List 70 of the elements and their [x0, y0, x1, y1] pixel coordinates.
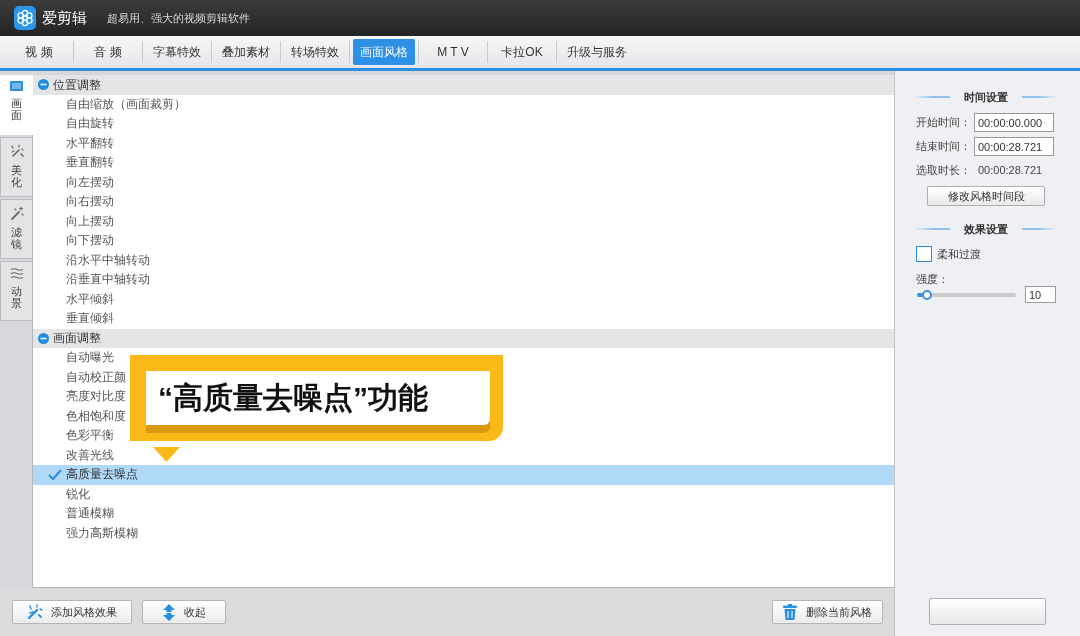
- effect-item[interactable]: 向上摆动: [66, 212, 114, 230]
- group-header[interactable]: 位置调整: [33, 75, 894, 95]
- tab[interactable]: 卡拉OK: [491, 39, 553, 65]
- effect-item[interactable]: 自动曝光: [66, 349, 114, 367]
- field-label: 开始时间：: [916, 115, 972, 131]
- side-tab[interactable]: 滤镜: [0, 199, 32, 259]
- duration-value: 00:00:28.721: [978, 162, 1043, 178]
- effect-item[interactable]: 亮度对比度: [66, 388, 126, 406]
- magic-wand-icon: [27, 604, 43, 620]
- trash-icon: [783, 604, 797, 620]
- tab[interactable]: M T V: [422, 39, 484, 65]
- effect-item[interactable]: 沿垂直中轴转动: [66, 271, 150, 289]
- callout-pointer-icon: [153, 447, 180, 462]
- side-tab[interactable]: 画面: [0, 75, 33, 135]
- strength-label: 强度：: [916, 271, 949, 287]
- tab[interactable]: 视 频: [8, 39, 70, 65]
- edit-time-button[interactable]: 修改风格时间段: [927, 186, 1045, 206]
- effect-item[interactable]: 水平翻转: [66, 134, 114, 152]
- effect-item[interactable]: 自由旋转: [66, 115, 114, 133]
- tab[interactable]: 升级与服务: [560, 39, 634, 65]
- panel-button[interactable]: [929, 598, 1046, 625]
- effect-item[interactable]: 水平倾斜: [66, 290, 114, 308]
- effect-item[interactable]: 自动校正颜: [66, 368, 126, 386]
- magic-wand-icon: [9, 144, 24, 158]
- side-tab[interactable]: 动景: [0, 261, 32, 321]
- group-header[interactable]: 画面调整: [33, 328, 894, 348]
- tab[interactable]: 叠加素材: [215, 39, 277, 65]
- minus-circle-icon[interactable]: [38, 79, 49, 91]
- effect-item[interactable]: 色彩平衡: [66, 427, 114, 445]
- slider-track[interactable]: [917, 292, 1016, 297]
- checkbox-label: 柔和过渡: [937, 246, 981, 262]
- effect-item[interactable]: 色相饱和度: [66, 407, 126, 425]
- effect-item[interactable]: 垂直倾斜: [66, 310, 114, 328]
- effect-item[interactable]: 垂直翻转: [66, 154, 114, 172]
- field-label: 结束时间：: [916, 139, 972, 155]
- effect-item[interactable]: 普通模糊: [66, 505, 114, 523]
- start-time-field[interactable]: 00:00:00.000: [974, 113, 1054, 132]
- effect-item[interactable]: 向左摆动: [66, 173, 114, 191]
- toolbar-button[interactable]: 添加风格效果: [12, 600, 132, 624]
- up-down-arrows-icon: [162, 603, 176, 621]
- app-name: 爱剪辑: [42, 7, 87, 28]
- delete-button[interactable]: 删除当前风格: [772, 600, 883, 624]
- effect-item[interactable]: 高质量去噪点: [66, 466, 138, 484]
- effect-item[interactable]: 改善光线: [66, 446, 114, 464]
- field-label: 选取时长：: [916, 162, 972, 178]
- strength-field[interactable]: 10: [1025, 286, 1056, 303]
- effect-item[interactable]: 向右摆动: [66, 193, 114, 211]
- effect-item[interactable]: 自由缩放（画面裁剪）: [66, 95, 186, 113]
- section-title: 效果设置: [962, 221, 1009, 237]
- screen-icon: [10, 81, 23, 91]
- section-title: 时间设置: [962, 89, 1009, 105]
- tab[interactable]: 音 频: [77, 39, 139, 65]
- app-tagline: 超易用、强大的视频剪辑软件: [107, 10, 250, 26]
- tab[interactable]: 转场特效: [284, 39, 346, 65]
- app-logo-icon: [14, 6, 36, 30]
- tab[interactable]: 字幕特效: [146, 39, 208, 65]
- minus-circle-icon[interactable]: [38, 332, 49, 344]
- check-icon: [48, 469, 62, 481]
- checkbox[interactable]: [916, 246, 932, 262]
- effect-item[interactable]: 沿水平中轴转动: [66, 251, 150, 269]
- end-time-field[interactable]: 00:00:28.721: [974, 137, 1054, 156]
- effect-item[interactable]: 锐化: [66, 485, 90, 503]
- side-tab[interactable]: 美化: [0, 137, 32, 197]
- wavy-lines-icon: [9, 268, 24, 279]
- effect-item[interactable]: 强力高斯模糊: [66, 524, 138, 542]
- callout-text: “高质量去噪点”功能: [158, 383, 428, 413]
- toolbar-button[interactable]: 收起: [142, 600, 226, 624]
- sparkle-wand-icon: [9, 206, 24, 220]
- effect-item[interactable]: 向下摆动: [66, 232, 114, 250]
- slider-thumb[interactable]: [921, 289, 932, 300]
